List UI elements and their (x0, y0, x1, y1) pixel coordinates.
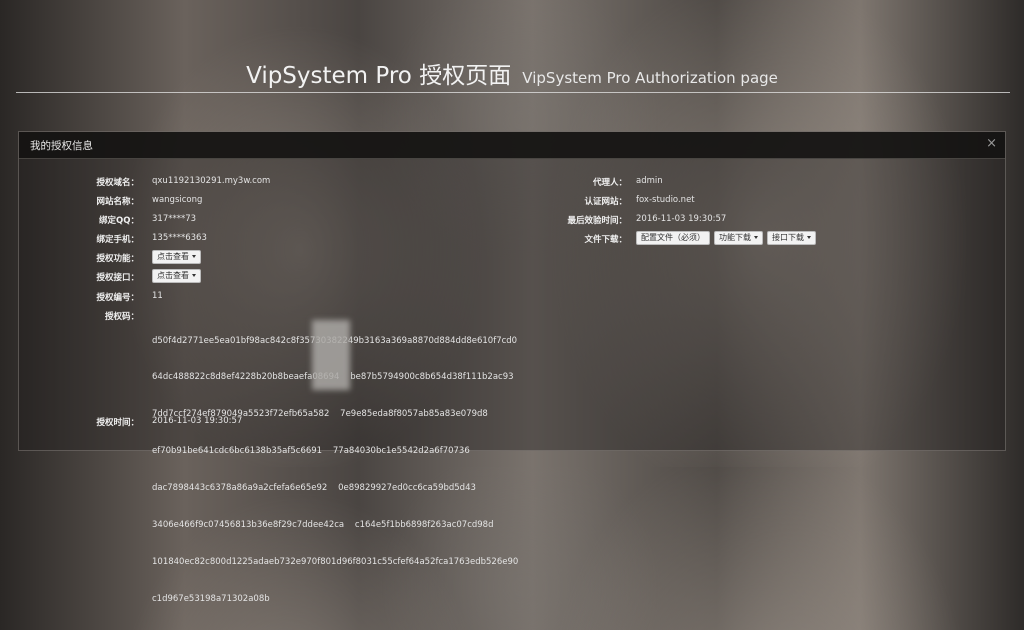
value-cert-site: fox-studio.net (636, 195, 695, 205)
label-phone: 绑定手机： (96, 235, 139, 245)
value-number: 11 (152, 291, 163, 301)
code-line: 3406e466f9c07456813b36e8f29c7ddee42ca c1… (152, 520, 494, 531)
label-domain: 授权域名： (96, 178, 139, 188)
api-button-label: 点击查看 (157, 271, 189, 280)
api-dropdown[interactable]: 点击查看 (152, 269, 205, 283)
label-api: 授权接口： (96, 273, 139, 283)
authorization-panel: 我的授权信息 × 授权域名： qxu1192130291.my3w.com 网站… (18, 131, 1006, 604)
label-number: 授权编号： (96, 293, 139, 303)
value-qq: 317****73 (152, 214, 197, 224)
api-download-label: 接口下载 (772, 233, 804, 242)
panel-header: 我的授权信息 × (19, 132, 1005, 159)
config-file-download-button[interactable]: 配置文件（必须） (636, 231, 710, 245)
value-time: 2016-11-03 19:30:57 (152, 416, 243, 426)
label-code: 授权码： (104, 312, 139, 322)
chevron-down-icon (807, 236, 811, 239)
feature-download-label: 功能下载 (719, 233, 751, 242)
label-time: 授权时间： (96, 418, 139, 428)
label-qq: 绑定QQ： (99, 216, 139, 226)
close-icon[interactable]: × (986, 136, 997, 151)
page-title-sub: VipSystem Pro Authorization page (522, 69, 778, 87)
api-download-button[interactable]: 接口下载 (767, 231, 816, 245)
chevron-down-icon (192, 274, 196, 277)
value-domain: qxu1192130291.my3w.com (152, 176, 271, 186)
code-line: ef70b91be641cdc6bc6138b35af5c6691 77a840… (152, 446, 470, 457)
chevron-down-icon (754, 236, 758, 239)
label-cert-site: 认证网站： (584, 197, 627, 207)
value-last-effective: 2016-11-03 19:30:57 (636, 214, 727, 224)
label-features: 授权功能： (96, 254, 139, 264)
code-line: c1d967e53198a71302a08b (152, 593, 270, 604)
panel-title: 我的授权信息 (30, 140, 93, 152)
value-site-name: wangsicong (152, 195, 203, 205)
download-buttons: 配置文件（必须） 功能下载 接口下载 (636, 231, 820, 245)
feature-download-button[interactable]: 功能下载 (714, 231, 763, 245)
code-line: 101840ec82c800d1225adaeb732e970f801d96f8… (152, 556, 519, 567)
redaction-blur (312, 320, 350, 390)
features-button-label: 点击查看 (157, 252, 189, 261)
chevron-down-icon (192, 255, 196, 258)
label-last-effective: 最后效验时间： (567, 216, 627, 226)
page-title: VipSystem Pro 授权页面 VipSystem Pro Authori… (0, 56, 1024, 90)
title-divider (16, 92, 1010, 93)
label-downloads: 文件下载： (584, 235, 627, 245)
features-dropdown[interactable]: 点击查看 (152, 250, 205, 264)
label-agent: 代理人： (592, 178, 627, 188)
code-line: dac7898443c6378a86a9a2cfefa6e65e92 0e898… (152, 483, 476, 494)
page-title-main: VipSystem Pro 授权页面 (246, 63, 512, 89)
features-view-button[interactable]: 点击查看 (152, 250, 201, 264)
value-agent: admin (636, 176, 663, 186)
config-file-label: 配置文件（必须） (641, 233, 705, 242)
label-site-name: 网站名称： (96, 197, 139, 207)
value-phone: 135****6363 (152, 233, 207, 243)
api-view-button[interactable]: 点击查看 (152, 269, 201, 283)
